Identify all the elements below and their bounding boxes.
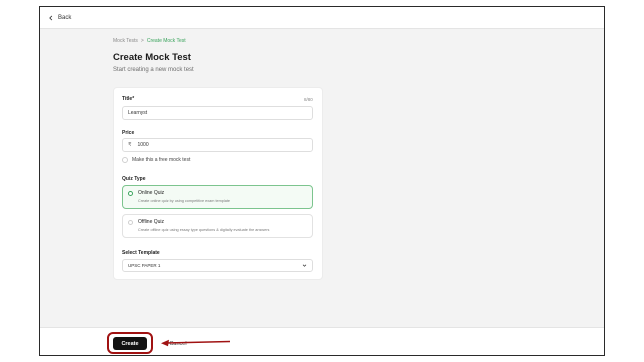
online-quiz-option[interactable]: Online Quiz Create online quiz by using … [122, 185, 313, 209]
page-subtitle: Start creating a new mock test [113, 67, 194, 73]
price-input-value: 1000 [137, 142, 149, 148]
title-char-counter: 8/80 [304, 97, 313, 102]
rupee-icon: ₹ [128, 142, 132, 148]
template-select-value: UPSC PAPER 1 [128, 263, 161, 268]
title-input[interactable]: Learnyst [122, 106, 313, 120]
top-bar: Back [40, 7, 604, 29]
footer-bar: Create Cancel [40, 327, 604, 355]
price-label: Price [122, 130, 135, 136]
offline-quiz-title: Offline Quiz [138, 219, 165, 225]
pointer-arrow-icon [161, 339, 231, 347]
back-button[interactable]: Back [48, 15, 71, 21]
back-label: Back [58, 14, 72, 21]
template-select[interactable]: UPSC PAPER 1 [122, 259, 313, 272]
app-window: Back Mock Tests > Create Mock Test Creat… [39, 6, 605, 356]
online-quiz-description: Create online quiz by using competitive … [138, 199, 231, 203]
breadcrumb-current: Create Mock Test [146, 38, 186, 44]
title-label: Title* [122, 96, 135, 102]
form-card: Title* 8/80 Learnyst Price ₹ 1000 Make t… [113, 87, 323, 280]
online-quiz-title: Online Quiz [138, 190, 165, 196]
create-button[interactable]: Create [113, 337, 147, 350]
online-quiz-radio[interactable] [128, 191, 133, 196]
page-title: Create Mock Test [113, 52, 191, 63]
chevron-left-icon [49, 15, 53, 20]
title-input-value: Learnyst [128, 110, 148, 116]
breadcrumb-mock-tests[interactable]: Mock Tests [113, 38, 138, 44]
free-mock-test-label: Make this a free mock test [132, 157, 191, 163]
breadcrumb: Mock Tests > Create Mock Test [113, 38, 186, 44]
free-mock-test-checkbox[interactable] [122, 157, 128, 163]
offline-quiz-radio[interactable] [128, 220, 133, 225]
free-mock-test-row[interactable]: Make this a free mock test [122, 157, 190, 163]
quiz-type-label: Quiz Type [122, 176, 146, 182]
offline-quiz-option[interactable]: Offline Quiz Create offline quiz using e… [122, 214, 313, 238]
chevron-down-icon [302, 264, 307, 267]
select-template-label: Select Template [122, 250, 160, 256]
price-input[interactable]: ₹ 1000 [122, 138, 313, 152]
breadcrumb-separator: > [140, 38, 144, 44]
offline-quiz-description: Create offline quiz using essay type que… [138, 228, 270, 232]
